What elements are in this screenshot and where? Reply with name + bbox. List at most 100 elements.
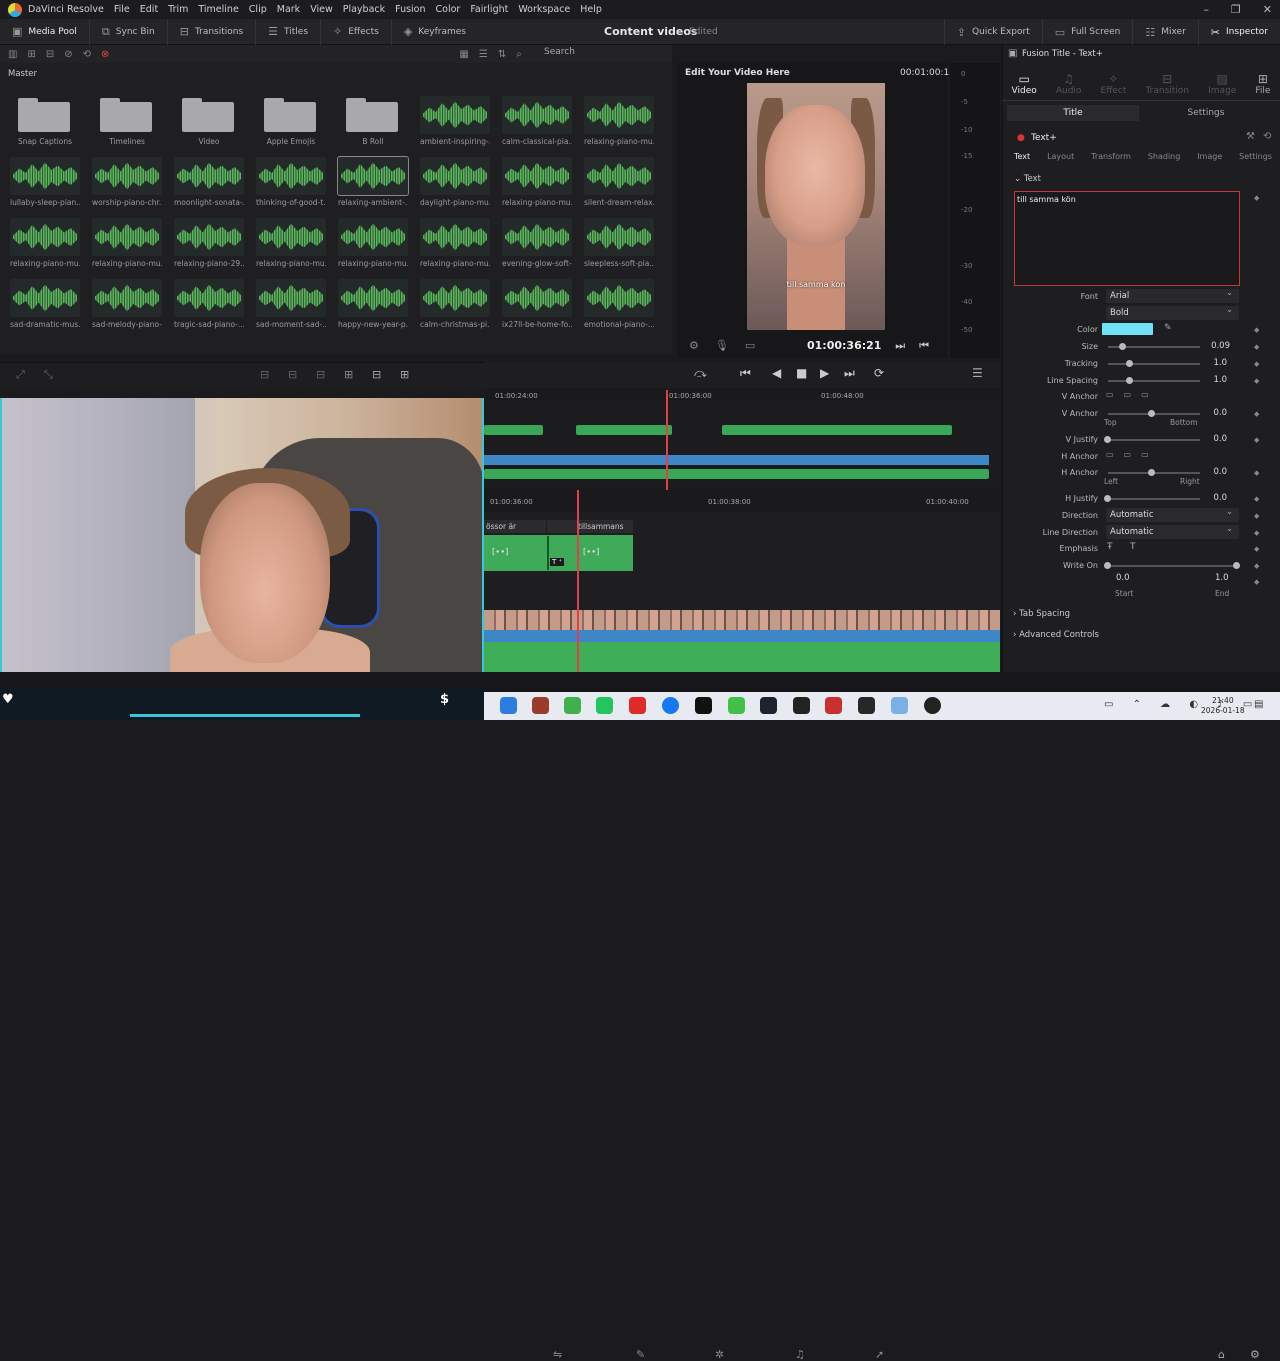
menu-view[interactable]: View [310, 4, 333, 15]
razer-icon[interactable] [728, 697, 745, 714]
title-clip-header[interactable]: tillsammans kön. [547, 520, 633, 544]
jump-end-icon[interactable]: ⏭ [844, 366, 855, 381]
fit-to-fill-icon[interactable]: ⊞ [344, 368, 353, 381]
title-clip-header[interactable]: össor är [484, 520, 546, 533]
lower-playhead[interactable] [577, 490, 579, 672]
media-clip[interactable]: relaxing-piano-mu... [584, 96, 654, 146]
keyframes-button[interactable]: ◈ Keyframes [392, 19, 478, 45]
media-clip[interactable]: emotional-piano-... [584, 279, 654, 329]
obs-icon[interactable] [924, 697, 941, 714]
menu-workspace[interactable]: Workspace [518, 4, 570, 15]
subtab-title[interactable]: Title [1007, 105, 1139, 121]
section-text-header[interactable]: ⌄ Text [1014, 174, 1041, 184]
app-icon[interactable] [760, 697, 777, 714]
media-pool-button[interactable]: ▣ Media Pool [0, 18, 90, 45]
font-dropdown[interactable]: Arial [1106, 286, 1239, 303]
write-on-end-knob[interactable] [1233, 562, 1240, 569]
settings-gear-icon[interactable]: ⚙ [1250, 1348, 1260, 1361]
line-spacing-slider-knob[interactable] [1126, 377, 1133, 384]
fusion-page-icon[interactable]: ✲ [715, 1348, 724, 1361]
viewer-mode-icon[interactable]: ▭ [745, 339, 755, 352]
v-anchor-value[interactable]: 0.0 [1187, 408, 1227, 418]
cut-page-icon[interactable]: ⇋ [553, 1348, 562, 1361]
node-tab-shading[interactable]: Shading [1148, 152, 1181, 166]
h-anchor-slider-knob[interactable] [1148, 469, 1155, 476]
home-icon[interactable]: ⌂ [1218, 1348, 1225, 1361]
media-clip[interactable]: evening-glow-soft-... [502, 218, 572, 268]
write-on-range-slider[interactable] [1108, 565, 1238, 567]
media-clip[interactable]: worship-piano-chr... [92, 157, 162, 207]
notification-icon[interactable]: ▤ [1254, 699, 1263, 710]
video-clip-bar[interactable] [484, 630, 1000, 642]
media-clip[interactable]: moonlight-sonata-... [174, 157, 244, 207]
reset-icon[interactable]: ⟲ [1263, 131, 1271, 142]
link-icon[interactable]: ⊘ [64, 49, 72, 60]
upper-title-clip[interactable] [722, 425, 952, 435]
restore-icon[interactable]: ❐ [1231, 0, 1241, 19]
append-icon[interactable]: ⊞ [400, 368, 409, 381]
menu-trim[interactable]: Trim [168, 4, 188, 15]
app-icon[interactable] [532, 697, 549, 714]
tab-file[interactable]: ⊞ File [1255, 72, 1270, 96]
upper-title-clip[interactable] [484, 425, 543, 435]
keyframe-icon[interactable]: ◆ [1254, 377, 1259, 385]
direction-dropdown[interactable]: Automatic [1106, 505, 1239, 522]
keyframe-icon[interactable]: ◆ [1254, 410, 1259, 418]
keyframe-icon[interactable]: ◆ [1254, 343, 1259, 351]
loop-toggle-icon[interactable]: ⟳ [874, 366, 884, 380]
place-on-top-icon[interactable]: ⊟ [372, 368, 381, 381]
tracking-slider-knob[interactable] [1126, 360, 1133, 367]
strikeout-icon[interactable]: Ŧ [1107, 542, 1113, 552]
upper-video-track[interactable] [484, 455, 989, 465]
keyframe-icon[interactable]: ◆ [1254, 545, 1259, 553]
menu-color[interactable]: Color [436, 4, 461, 15]
menu-help[interactable]: Help [580, 4, 602, 15]
font-style-dropdown[interactable]: Bold [1106, 303, 1239, 320]
section-advanced-controls[interactable]: › Advanced Controls [1013, 630, 1099, 640]
media-clip[interactable]: lullaby-sleep-pian... [10, 157, 80, 207]
keyframe-icon[interactable]: ◆ [1254, 578, 1259, 586]
size-slider-knob[interactable] [1119, 343, 1126, 350]
tracking-value[interactable]: 1.0 [1187, 358, 1227, 368]
video-frame[interactable]: till samma kon [747, 83, 885, 330]
title-clip-body[interactable]: [∙∙] [∙∙] T ⁺ [484, 535, 633, 571]
prev-frame-icon[interactable]: ⏮ [919, 339, 929, 353]
upper-timeline-ruler[interactable] [484, 388, 1000, 400]
facebook-icon[interactable] [662, 697, 679, 714]
capcut-icon[interactable] [793, 697, 810, 714]
menu-clip[interactable]: Clip [249, 4, 267, 15]
media-clip[interactable]: calm-classical-pia... [502, 96, 572, 146]
media-clip[interactable]: ambient-inspiring-... [420, 96, 490, 146]
line-spacing-value[interactable]: 1.0 [1187, 375, 1227, 385]
menu-edit[interactable]: Edit [140, 4, 158, 15]
media-clip[interactable]: sleepless-soft-pia... [584, 218, 654, 268]
keyframe-icon[interactable]: ◆ [1254, 469, 1259, 477]
bin-folder[interactable]: Apple Emojis [256, 96, 326, 146]
subtab-settings[interactable]: Settings [1140, 105, 1272, 121]
app-icon[interactable] [825, 697, 842, 714]
clock[interactable]: 21:40 2026-01-18 [1201, 696, 1245, 716]
keyframe-icon[interactable]: ◆ [1254, 512, 1259, 520]
keyframe-icon[interactable]: ◆ [1254, 495, 1259, 503]
search-input[interactable]: Search [544, 47, 575, 57]
tab-transition[interactable]: ⊟ Transition [1145, 72, 1189, 96]
lower-timeline[interactable]: össor är tillsammans kön. [∙∙] [∙∙] T ⁺ [484, 512, 1000, 672]
search-icon[interactable]: ⌕ [516, 49, 522, 60]
fairlight-page-icon[interactable]: ♫ [795, 1348, 805, 1361]
tiktok-icon[interactable] [695, 697, 712, 714]
mic-icon[interactable]: 🎙 [715, 339, 729, 352]
keyframe-icon[interactable]: ◆ [1254, 529, 1259, 537]
grid-view-icon[interactable]: ▦ [459, 49, 468, 60]
media-clip[interactable]: relaxing-piano-mu... [420, 218, 490, 268]
inspector-button[interactable]: ✂ Inspector [1199, 19, 1280, 45]
upper-playhead[interactable] [666, 390, 668, 490]
jump-start-icon[interactable]: ⏮ [740, 366, 751, 381]
loop-icon[interactable]: ⤼ [694, 366, 707, 381]
insert-clip-icon[interactable]: ⊟ [260, 368, 269, 381]
keyframe-icon[interactable]: ◆ [1254, 194, 1259, 202]
media-clip[interactable]: relaxing-piano-mu... [338, 218, 408, 268]
node-enable-icon[interactable]: ● [1017, 133, 1025, 143]
v-anchor-slider-knob[interactable] [1148, 410, 1155, 417]
v-justify-slider-knob[interactable] [1104, 436, 1111, 443]
trim-icon[interactable]: ⤡ [44, 368, 53, 382]
